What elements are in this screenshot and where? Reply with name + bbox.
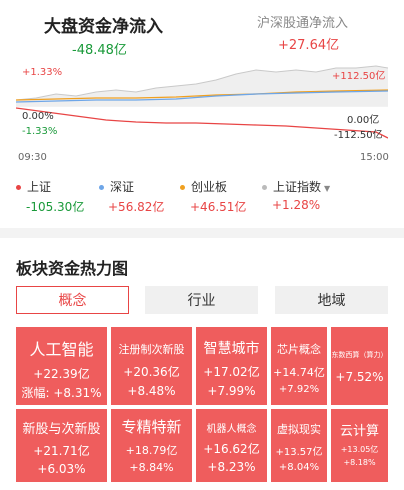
- legend-value-shenzhen: +56.82亿: [108, 200, 165, 214]
- legend-shenzhen[interactable]: 深证: [99, 178, 134, 195]
- tile-robot[interactable]: 机器人概念 +16.62亿 +8.23%: [196, 409, 267, 482]
- tile-specialized-new[interactable]: 专精特新 +18.79亿 +8.84%: [111, 409, 192, 482]
- legend-value-shanghai: -105.30亿: [26, 200, 85, 214]
- time-end: 15:00: [360, 152, 389, 163]
- legend-value-index: +1.28%: [272, 198, 321, 212]
- tab-concept[interactable]: 概念: [16, 286, 129, 314]
- left-axis-top: +1.33%: [22, 67, 63, 78]
- tab-industry[interactable]: 行业: [145, 286, 258, 314]
- legend-dot-chinext: [180, 185, 185, 190]
- tile-east-data-west-compute[interactable]: 东数西算（算力） +7.52%: [331, 327, 388, 405]
- tile-cloud-computing[interactable]: 云计算 +13.05亿 +8.18%: [331, 409, 388, 482]
- section-title: 板块资金热力图: [16, 259, 129, 278]
- tile-vr[interactable]: 虚拟现实 +13.57亿 +8.04%: [271, 409, 327, 482]
- section-divider: [0, 228, 404, 238]
- tile-ai[interactable]: 人工智能 +22.39亿 涨幅: +8.31%: [16, 327, 107, 405]
- legend-dot-shanghai: [16, 185, 21, 190]
- left-axis-bottom: -1.33%: [22, 126, 58, 137]
- legend-shanghai[interactable]: 上证: [16, 178, 51, 195]
- tile-new-stocks[interactable]: 新股与次新股 +21.71亿 +6.03%: [16, 409, 107, 482]
- legend-index-dropdown[interactable]: 上证指数 ▼: [262, 178, 330, 195]
- tab-region[interactable]: 地域: [275, 286, 388, 314]
- right-axis-mid: 0.00亿: [347, 115, 380, 126]
- time-start: 09:30: [18, 152, 47, 163]
- right-axis-bottom: -112.50亿: [334, 130, 383, 141]
- tile-smart-city[interactable]: 智慧城市 +17.02亿 +7.99%: [196, 327, 267, 405]
- shanghai-line: [15, 107, 389, 139]
- left-axis-mid: 0.00%: [22, 111, 54, 122]
- hk-connect-title[interactable]: 沪深股通净流入: [257, 12, 348, 31]
- main-net-inflow-value: -48.48亿: [72, 43, 127, 58]
- tile-registration-ipo[interactable]: 注册制次新股 +20.36亿 +8.48%: [111, 327, 192, 405]
- hk-connect-value: +27.64亿: [278, 38, 340, 53]
- chevron-down-icon: ▼: [324, 184, 331, 193]
- main-title: 大盘资金净流入: [44, 17, 163, 37]
- right-axis-top: +112.50亿: [332, 71, 386, 82]
- tile-chip[interactable]: 芯片概念 +14.74亿 +7.92%: [271, 327, 327, 405]
- legend-dot-index: [262, 185, 267, 190]
- legend-value-chinext: +46.51亿: [190, 200, 247, 214]
- legend-dot-shenzhen: [99, 185, 104, 190]
- legend-chinext[interactable]: 创业板: [180, 178, 227, 195]
